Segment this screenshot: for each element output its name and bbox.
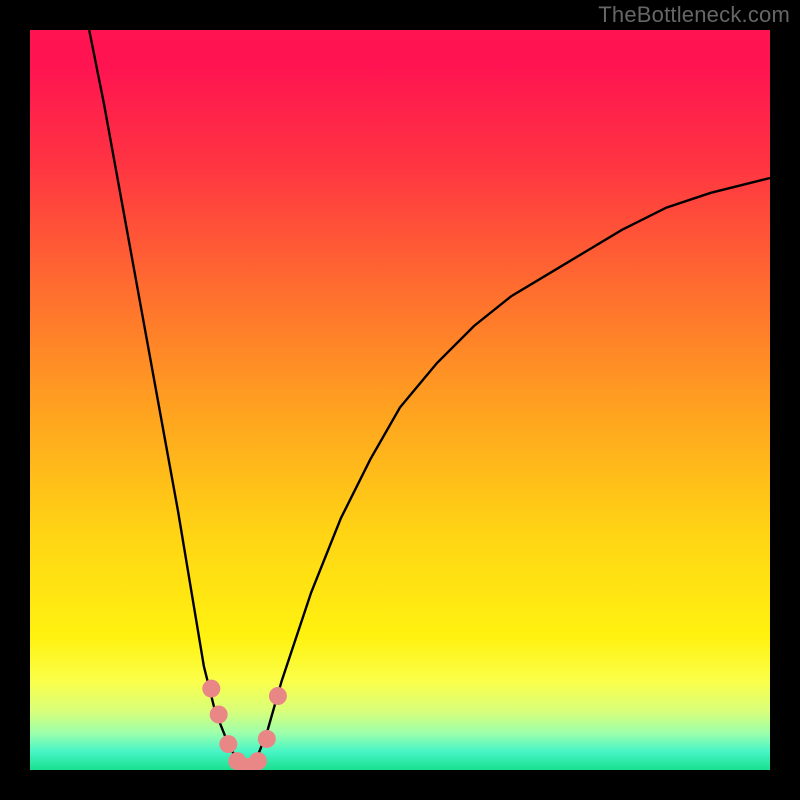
chart-frame: TheBottleneck.com — [0, 0, 800, 800]
marker-dot — [202, 680, 220, 698]
marker-dot — [269, 687, 287, 705]
highlighted-markers — [202, 680, 287, 770]
right-curve — [252, 178, 770, 770]
watermark-text: TheBottleneck.com — [598, 2, 790, 28]
marker-dot — [249, 752, 267, 770]
left-curve — [89, 30, 244, 770]
marker-dot — [219, 735, 237, 753]
plot-gradient-background — [30, 30, 770, 770]
marker-dot — [210, 706, 228, 724]
marker-dot — [258, 730, 276, 748]
chart-svg — [30, 30, 770, 770]
